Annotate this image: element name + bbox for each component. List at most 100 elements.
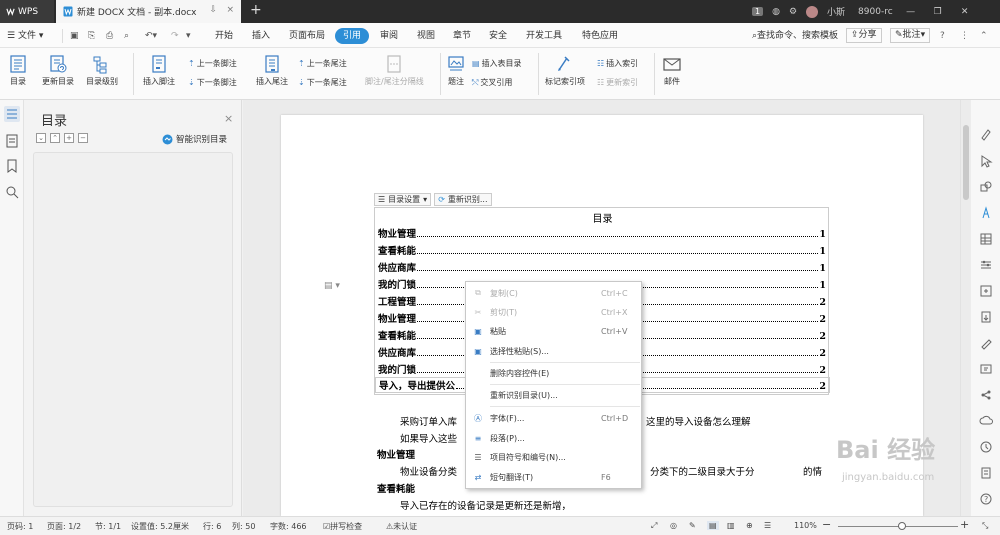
menu-view[interactable]: 视图	[417, 28, 435, 44]
update-index-button[interactable]: ☷ 更新索引	[597, 77, 638, 88]
window-count-badge[interactable]: 1	[752, 7, 764, 16]
share-button[interactable]: ⇪分享	[846, 28, 882, 43]
export-icon[interactable]: ⎘	[88, 28, 95, 44]
menu-chapter[interactable]: 章节	[453, 28, 471, 44]
toc-line[interactable]: 物业管理 1	[378, 224, 826, 240]
restore-icon[interactable]: ❐	[929, 7, 947, 17]
style-icon[interactable]	[979, 206, 993, 220]
prev-endnote-button[interactable]: ⇡ 上一条尾注	[298, 58, 347, 69]
insert-table-toc-button[interactable]: ▤ 插入表目录	[472, 58, 522, 69]
more-icon[interactable]: ▾	[186, 28, 191, 44]
menu-item-bullets-numbering[interactable]: ☰ 项目符号和编号(N)...	[466, 448, 641, 466]
zoom-in-button[interactable]: +	[960, 518, 969, 531]
next-footnote-button[interactable]: ⇣ 下一条脚注	[188, 77, 237, 88]
find-icon[interactable]	[4, 184, 20, 200]
document-tab[interactable]: 新建 DOCX 文档 - 副本.docx ⇩ ×	[56, 0, 241, 23]
skin-icon[interactable]: ◍	[772, 7, 780, 17]
minimize-icon[interactable]: —	[902, 7, 920, 17]
cloud-icon[interactable]	[979, 414, 993, 428]
undo-icon[interactable]: ↶▾	[145, 28, 157, 44]
menu-item-paragraph[interactable]: ≡ 段落(P)...	[466, 429, 641, 447]
menu-item-font[interactable]: Ⓐ 字体(F)... Ctrl+D	[466, 409, 641, 427]
settings-icon[interactable]: ⚙	[789, 7, 797, 17]
menu-insert[interactable]: 插入	[252, 28, 270, 44]
translate-side-icon[interactable]	[979, 362, 993, 376]
redo-icon[interactable]: ↷	[171, 28, 179, 44]
zoom-out-button[interactable]: −	[822, 518, 831, 531]
share-side-icon[interactable]	[979, 388, 993, 402]
prev-footnote-button[interactable]: ⇡ 上一条脚注	[188, 58, 237, 69]
pen-mode-icon[interactable]: ✎	[689, 521, 696, 530]
add-heading-icon[interactable]: +	[64, 133, 74, 143]
menu-features[interactable]: 特色应用	[582, 28, 618, 44]
web-view-icon[interactable]: ⊕	[746, 521, 753, 530]
footnote-separator-button[interactable]: 脚注/尾注分隔线	[365, 54, 424, 87]
history-icon[interactable]	[979, 440, 993, 454]
status-pages[interactable]: 页面: 1/2	[47, 521, 81, 532]
status-row[interactable]: 行: 6	[203, 521, 221, 532]
menu-layout[interactable]: 页面布局	[289, 28, 325, 44]
preview-icon[interactable]: ⌕	[124, 28, 129, 44]
insert-endnote-button[interactable]: 插入尾注	[256, 54, 288, 87]
outline-icon[interactable]	[4, 133, 20, 149]
close-tab-icon[interactable]: ×	[226, 5, 234, 15]
read-view-icon[interactable]: ▥	[727, 521, 735, 530]
toc-settings-button[interactable]: ☰ 目录设置 ▾	[374, 193, 432, 206]
next-endnote-button[interactable]: ⇣ 下一条尾注	[298, 77, 347, 88]
status-col[interactable]: 列: 50	[232, 521, 255, 532]
spell-check-button[interactable]: ☑拼写检查	[323, 521, 362, 532]
toc-button[interactable]: 目录	[8, 54, 28, 87]
menu-item-copy[interactable]: ⧉ 复制(C) Ctrl+C	[466, 284, 641, 302]
pin-icon[interactable]: ⇩	[209, 5, 217, 15]
more-options-icon[interactable]: ⋮	[960, 28, 969, 44]
caption-button[interactable]: 题注	[446, 54, 466, 87]
properties-icon[interactable]	[979, 258, 993, 272]
menu-start[interactable]: 开始	[215, 28, 233, 44]
menu-item-delete-control[interactable]: 删除内容控件(E)	[466, 364, 641, 382]
status-page-number[interactable]: 页码: 1	[7, 521, 33, 532]
update-toc-button[interactable]: 更新目录	[42, 54, 74, 87]
re-identify-button[interactable]: ⟳ 重新识别...	[434, 193, 492, 206]
print-icon[interactable]: ⎙	[106, 28, 113, 44]
table-icon[interactable]	[979, 232, 993, 246]
menu-item-paste-special[interactable]: ▣ 选择性粘贴(S)...	[466, 342, 641, 360]
toc-pane-list[interactable]	[33, 152, 233, 507]
focus-mode-icon[interactable]: ⤢	[651, 521, 657, 531]
help-side-icon[interactable]: ?	[979, 492, 993, 506]
collapse-all-icon[interactable]: ⌃	[50, 133, 60, 143]
menu-review[interactable]: 审阅	[380, 28, 398, 44]
fullscreen-icon[interactable]: ⤡	[982, 521, 988, 531]
mail-button[interactable]: 邮件	[662, 54, 682, 87]
toc-line[interactable]: 供应商库 1	[378, 258, 826, 274]
vertical-scrollbar[interactable]	[961, 100, 971, 516]
bookmark-icon[interactable]	[4, 158, 20, 174]
mark-index-button[interactable]: 标记索引项	[545, 54, 585, 87]
menu-item-reidentify-toc[interactable]: 重新识别目录(U)...	[466, 386, 641, 404]
status-setting[interactable]: 设置值: 5.2厘米	[131, 521, 189, 532]
menu-item-translate[interactable]: ⇄ 短句翻译(T) F6	[466, 468, 641, 486]
smart-toc-button[interactable]: 智能识别目录	[162, 133, 227, 145]
toc-level-button[interactable]: 目录级别	[86, 54, 118, 87]
annotate-button[interactable]: ✎批注▾	[890, 28, 931, 43]
pen-icon[interactable]	[979, 336, 993, 350]
collapse-ribbon-icon[interactable]: ⌃	[980, 28, 988, 44]
cert-status[interactable]: ⚠未认证	[386, 521, 417, 532]
outline-view-icon[interactable]: ☰	[764, 521, 771, 530]
zoom-level[interactable]: 110%	[794, 521, 817, 530]
wps-app-tab[interactable]: WPS	[0, 0, 54, 23]
remove-heading-icon[interactable]: −	[78, 133, 88, 143]
toc-line[interactable]: 查看耗能 1	[378, 241, 826, 257]
help-icon[interactable]: ?	[940, 28, 945, 44]
zoom-slider-knob[interactable]	[898, 522, 906, 530]
brush-icon[interactable]	[979, 127, 993, 141]
menu-item-paste[interactable]: ▣ 粘贴 Ctrl+V	[466, 322, 641, 340]
menu-devtools[interactable]: 开发工具	[526, 28, 562, 44]
save-icon[interactable]: ▣	[70, 28, 79, 44]
select-cursor-icon[interactable]	[979, 154, 993, 168]
cross-ref-button[interactable]: ⤲ 交叉引用	[472, 77, 512, 88]
insert-footnote-button[interactable]: 插入脚注	[143, 54, 175, 87]
backup-icon[interactable]	[979, 466, 993, 480]
menu-item-cut[interactable]: ✂ 剪切(T) Ctrl+X	[466, 303, 641, 321]
scrollbar-thumb[interactable]	[963, 125, 969, 200]
shapes-icon[interactable]	[979, 180, 993, 194]
